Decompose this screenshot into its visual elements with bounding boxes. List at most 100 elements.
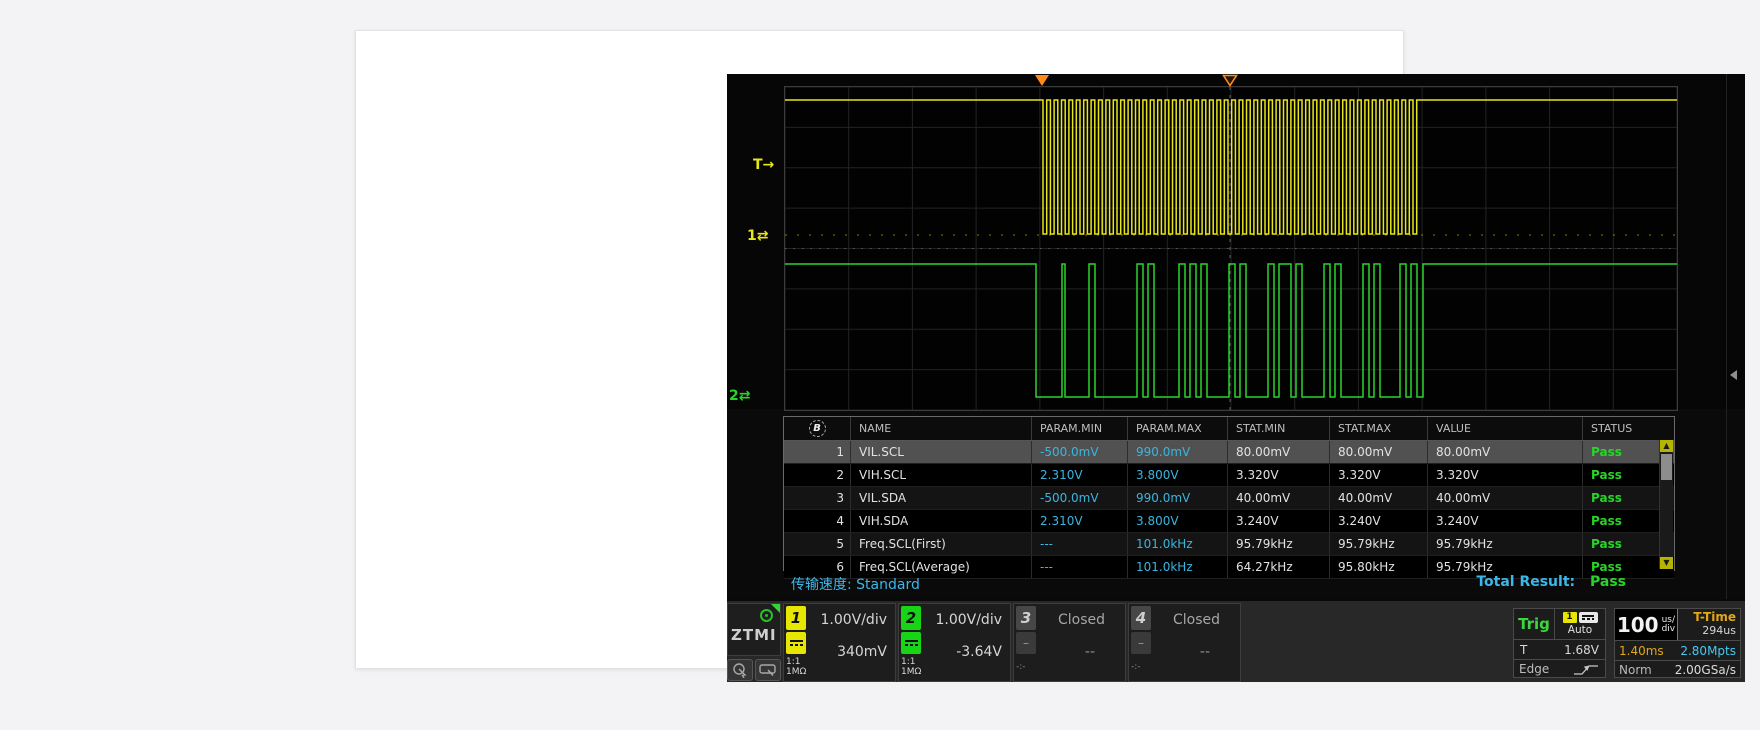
sample-rate: 2.00GSa/s [1675,663,1736,677]
t-time-value: 294us [1678,624,1736,637]
cell-param-min: 2.310V [1032,464,1128,486]
total-result-value: Pass [1590,574,1626,590]
trigger-level-label: T [1520,643,1527,657]
cell-value: 3.240V [1428,510,1583,532]
corner-flag-icon [771,604,780,613]
cell-param-max: 990.0mV [1128,487,1228,509]
rising-edge-icon [1572,663,1600,676]
horizontal-panel[interactable]: 100 us/ div T-Time 294us 1.40ms 2.80Mpts [1614,608,1741,678]
trigger-mode: Auto [1568,624,1592,636]
trigger-position-marker-icon[interactable] [1222,74,1238,87]
bus-column-header: B [784,417,851,440]
probe-impedance: 1MΩ [786,667,806,677]
cell-stat-min: 3.240V [1228,510,1330,532]
table-row[interactable]: 2 VIH.SCL 2.310V 3.800V 3.320V 3.320V 3.… [784,464,1674,487]
waveform-svg [785,87,1677,410]
trigger-type: Edge [1519,662,1549,676]
cell-param-max: 3.800V [1128,510,1228,532]
logo-badge-icon [760,609,773,622]
cell-stat-min: 95.79kHz [1228,533,1330,555]
timebase-box[interactable]: 100 us/ div [1615,609,1678,640]
oscilloscope-screen: T→ 1⇄ 2⇄ B NAME PARAM.MIN PARAM.MAX STAT… [727,74,1745,682]
probe-ratio: 1:1 [901,657,921,667]
touch-gesture-button[interactable] [727,659,753,681]
collapse-panel-handle[interactable] [1730,370,1737,380]
scl-trace [785,100,1677,234]
trigger-delay-marker-icon[interactable] [1035,75,1049,86]
trigger-source-badge: 1 [1563,612,1577,623]
cell-index: 2 [784,464,851,486]
measurement-table: B NAME PARAM.MIN PARAM.MAX STAT.MIN STAT… [783,416,1675,571]
scroll-down-icon[interactable]: ▼ [1660,557,1673,569]
page-background: T→ 1⇄ 2⇄ B NAME PARAM.MIN PARAM.MAX STAT… [0,0,1760,730]
cell-param-min: -500.0mV [1032,441,1128,463]
bus-b-icon: B [809,420,826,437]
channel-1-probe: 1:1 1MΩ [786,657,806,677]
channel-4-block[interactable]: 4 – -:- Closed -- [1128,603,1241,682]
cell-stat-max: 40.00mV [1330,487,1428,509]
cell-index: 4 [784,510,851,532]
coupling-disabled-icon: – [1016,632,1036,654]
channel-1-badge: 1 [786,606,806,630]
table-row[interactable]: 5 Freq.SCL(First) --- 101.0kHz 95.79kHz … [784,533,1674,556]
channel-2-badge: 2 [901,606,921,630]
cell-name: VIH.SDA [851,510,1032,532]
cell-stat-max: 3.240V [1330,510,1428,532]
channel-4-probe: -:- [1131,662,1141,672]
table-scrollbar[interactable]: ▲ ▼ [1659,440,1673,569]
t-time-block: T-Time 294us [1678,609,1740,640]
timebase-unit: us/ div [1662,616,1676,634]
channel-3-block[interactable]: 3 – -:- Closed -- [1013,603,1126,682]
probe-ratio: 1:1 [786,657,806,667]
cell-stat-min: 3.320V [1228,464,1330,486]
cell-param-min: -500.0mV [1032,487,1128,509]
cell-param-min: 2.310V [1032,510,1128,532]
table-row[interactable]: 3 VIL.SDA -500.0mV 990.0mV 40.00mV 40.00… [784,487,1674,510]
channel-2-position-marker[interactable]: 2⇄ [729,388,750,404]
cell-value: 95.79kHz [1428,533,1583,555]
channel-2-offset: -3.64V [956,644,1002,660]
cell-param-min: --- [1032,533,1128,555]
dc-coupling-icon [786,632,806,654]
channel-3-badge: 3 [1016,606,1036,630]
table-body: 1 VIL.SCL -500.0mV 990.0mV 80.00mV 80.00… [784,441,1674,579]
cell-param-min: --- [1032,556,1128,578]
trigger-level-marker[interactable]: T→ [753,157,774,173]
channel-1-position-marker[interactable]: 1⇄ [747,228,768,244]
channel-4-badge: 4 [1131,606,1151,630]
screen-panel-button[interactable] [755,659,781,681]
table-row[interactable]: 1 VIL.SCL -500.0mV 990.0mV 80.00mV 80.00… [784,441,1674,464]
transfer-speed-label: 传输速度: Standard [791,574,920,594]
waveform-display: T→ 1⇄ 2⇄ [727,74,1745,409]
channel-2-probe: 1:1 1MΩ [901,657,921,677]
cell-value: 40.00mV [1428,487,1583,509]
speed-value: Standard [856,577,920,593]
scrollbar-thumb[interactable] [1661,454,1672,480]
channel-3-offset: -- [1085,644,1095,660]
channel-1-block[interactable]: 1 1:1 1MΩ 1.00V/div 340mV [783,603,896,682]
column-header-name: NAME [851,417,1032,440]
table-row[interactable]: 4 VIH.SDA 2.310V 3.800V 3.240V 3.240V 3.… [784,510,1674,533]
trigger-panel[interactable]: Trig 1 Auto T 1.68V [1513,608,1606,678]
cell-name: VIH.SCL [851,464,1032,486]
trigger-level-value: 1.68V [1564,643,1599,657]
cell-param-max: 101.0kHz [1128,533,1228,555]
cell-stat-max: 95.79kHz [1330,533,1428,555]
t-time-label: T-Time [1678,611,1736,624]
column-header-param-max: PARAM.MAX [1128,417,1228,440]
channel-1-scale: 1.00V/div [820,612,887,628]
brand-name: ZTMI [731,626,777,644]
column-header-status: STATUS [1583,417,1672,440]
cell-value: 3.320V [1428,464,1583,486]
memory-depth: 2.80Mpts [1680,644,1736,658]
brand-logo: ZTMI [727,603,781,656]
table-header-row: B NAME PARAM.MIN PARAM.MAX STAT.MIN STAT… [784,417,1674,441]
total-result: Total Result: Pass [1476,574,1626,590]
cell-param-max: 101.0kHz [1128,556,1228,578]
channel-2-block[interactable]: 2 1:1 1MΩ 1.00V/div -3.64V [898,603,1011,682]
scroll-up-icon[interactable]: ▲ [1660,440,1673,452]
probe-ratio: -:- [1131,662,1141,672]
channel-4-scale: Closed [1153,612,1240,628]
coupling-disabled-icon: – [1131,632,1151,654]
total-result-label: Total Result: [1476,574,1575,590]
